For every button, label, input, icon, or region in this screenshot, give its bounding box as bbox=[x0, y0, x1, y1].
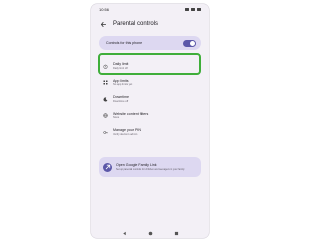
nav-back-icon[interactable] bbox=[121, 230, 127, 236]
navigation-bar bbox=[91, 228, 209, 238]
item-subtitle: None bbox=[113, 116, 120, 120]
moon-icon bbox=[103, 97, 108, 102]
signal-icon bbox=[185, 8, 189, 11]
battery-icon bbox=[197, 8, 201, 11]
family-link-subtitle: Set up parental controls for children an… bbox=[116, 167, 185, 171]
status-time: 10:56 bbox=[99, 7, 110, 12]
pin-icon bbox=[103, 130, 108, 135]
status-bar: 10:56 bbox=[91, 4, 209, 15]
controls-toggle-card[interactable]: Controls for this phone bbox=[99, 36, 201, 50]
wifi-icon bbox=[191, 8, 195, 11]
family-link-icon bbox=[103, 162, 112, 172]
controls-switch[interactable] bbox=[183, 39, 196, 47]
list-item-downtime[interactable]: Downtime Downtime off bbox=[91, 91, 209, 108]
family-link-card[interactable]: Open Google Family Link Set up parental … bbox=[99, 157, 201, 177]
item-subtitle: Downtime off bbox=[113, 99, 129, 103]
apps-icon bbox=[103, 80, 108, 85]
back-arrow-icon[interactable] bbox=[99, 20, 107, 28]
status-icons bbox=[185, 8, 201, 11]
daily-limit-highlight-box bbox=[98, 53, 201, 75]
list-item-manage-pin[interactable]: Manage your PIN Verify device's admin bbox=[91, 124, 209, 141]
nav-home-icon[interactable] bbox=[147, 230, 153, 236]
page-title: Parental controls bbox=[113, 21, 159, 27]
item-subtitle: Verify device's admin bbox=[113, 132, 138, 136]
filter-icon bbox=[103, 113, 108, 118]
list-item-app-limits[interactable]: App limits No app limits yet bbox=[91, 75, 209, 92]
nav-recents-icon[interactable] bbox=[173, 230, 179, 236]
toggle-label: Controls for this phone bbox=[106, 41, 143, 45]
list-item-website-filters[interactable]: Website content filters None bbox=[91, 108, 209, 125]
app-bar: Parental controls bbox=[91, 17, 209, 31]
item-subtitle: No app limits yet bbox=[113, 83, 133, 87]
phone-screen: 10:56 Parental controls Controls for thi… bbox=[91, 4, 209, 238]
switch-knob bbox=[190, 40, 195, 46]
